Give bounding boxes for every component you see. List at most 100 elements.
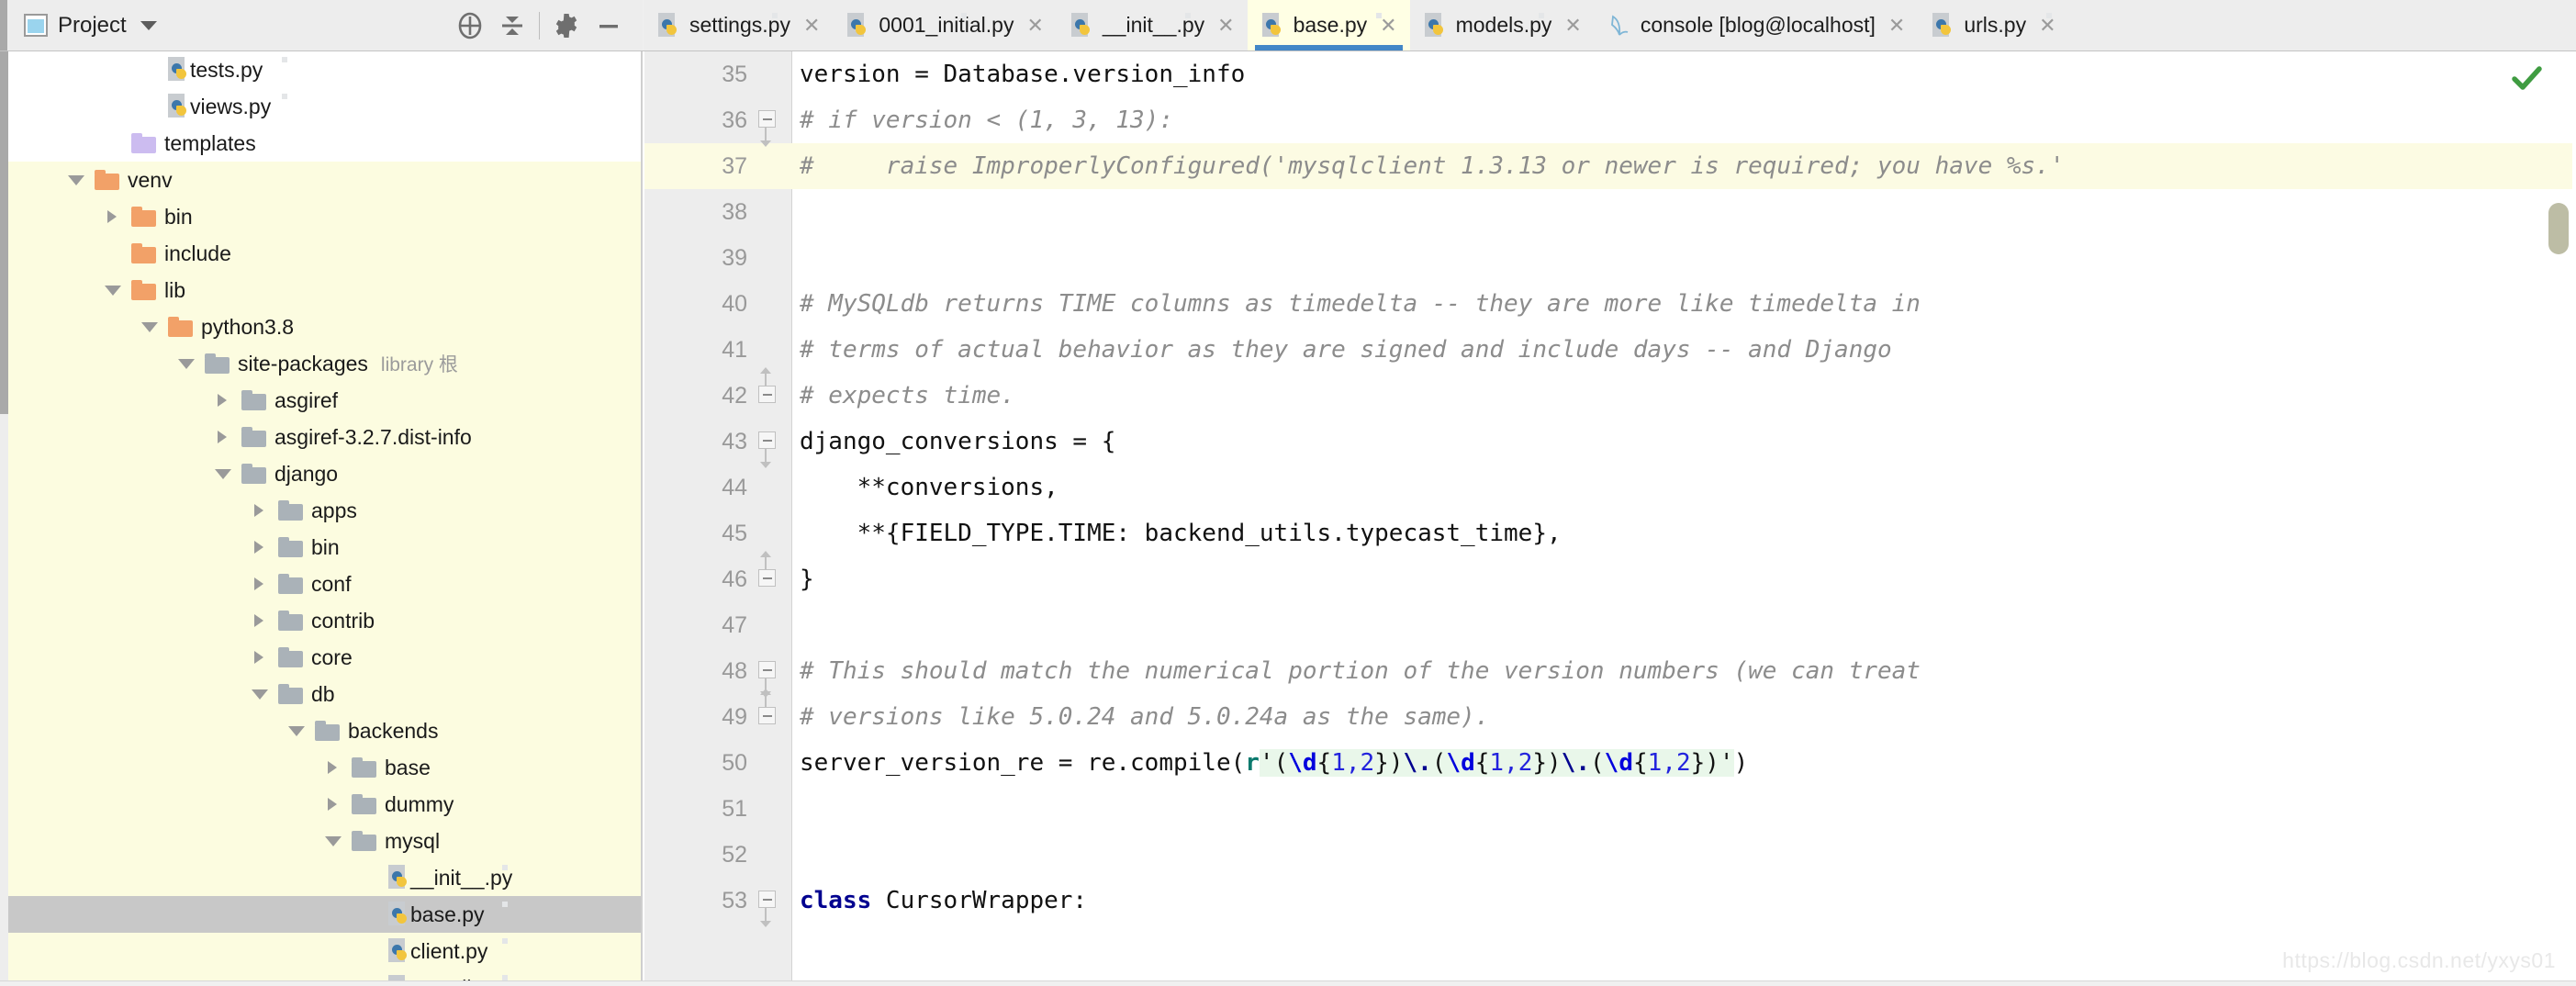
line-number[interactable]: 37 <box>644 143 747 189</box>
chevron-down-icon[interactable] <box>65 170 85 190</box>
code-text[interactable]: # raise ImproperlyConfigured('mysqlclien… <box>800 143 2065 189</box>
tree-item-base-py[interactable]: base.py <box>8 896 643 933</box>
gear-icon[interactable] <box>545 0 588 50</box>
line-number[interactable]: 38 <box>644 189 747 235</box>
editor-tab-urls-py[interactable]: urls.py ✕ <box>1918 0 2068 50</box>
line-number[interactable]: 45 <box>644 510 747 556</box>
code-text[interactable]: class CursorWrapper: <box>800 878 1087 924</box>
line-number[interactable]: 50 <box>644 740 747 786</box>
line-number[interactable]: 43 <box>644 419 747 465</box>
tree-item-views-py[interactable]: views.py <box>8 88 643 125</box>
tree-item-core[interactable]: core <box>8 639 643 676</box>
chevron-right-icon[interactable] <box>249 537 269 557</box>
minimize-icon[interactable] <box>588 0 630 50</box>
tree-item-bin[interactable]: bin <box>8 529 643 566</box>
tree-item-include[interactable]: include <box>8 235 643 272</box>
line-number[interactable]: 35 <box>644 51 747 97</box>
line-number[interactable]: 47 <box>644 602 747 648</box>
code-text[interactable]: # versions like 5.0.24 and 5.0.24a as th… <box>800 694 1489 740</box>
chevron-down-icon[interactable] <box>139 317 159 337</box>
tree-item-django[interactable]: django <box>8 455 643 492</box>
close-icon[interactable]: ✕ <box>1026 14 1043 38</box>
line-number[interactable]: 39 <box>644 235 747 281</box>
line-number[interactable]: 52 <box>644 832 747 878</box>
chevron-right-icon[interactable] <box>102 207 122 227</box>
fold-marker[interactable] <box>758 689 778 727</box>
tree-item-client-py[interactable]: client.py <box>8 933 643 969</box>
close-icon[interactable]: ✕ <box>1888 14 1905 38</box>
tree-item-mysql[interactable]: mysql <box>8 823 643 859</box>
green-check-icon[interactable] <box>2508 61 2545 102</box>
close-icon[interactable]: ✕ <box>803 14 820 38</box>
close-icon[interactable]: ✕ <box>1217 14 1234 38</box>
tree-item-apps[interactable]: apps <box>8 492 643 529</box>
chevron-right-icon[interactable] <box>322 794 342 814</box>
collapse-all-icon[interactable] <box>491 0 533 50</box>
editor-tab-console-blog-localhost-[interactable]: console [blog@localhost] ✕ <box>1595 0 1919 50</box>
editor-tab--init-py[interactable]: __init__.py ✕ <box>1057 0 1248 50</box>
tree-item-python3-8[interactable]: python3.8 <box>8 308 643 345</box>
editor-tab-settings-py[interactable]: settings.py ✕ <box>644 0 833 50</box>
editor-scrollbar-thumb[interactable] <box>2548 203 2569 254</box>
fold-marker[interactable] <box>758 367 778 406</box>
chevron-down-icon[interactable] <box>322 831 342 851</box>
chevron-down-icon[interactable] <box>212 464 232 484</box>
line-number[interactable]: 44 <box>644 465 747 510</box>
tree-item-venv[interactable]: venv <box>8 162 643 198</box>
project-tree-scrollbar[interactable] <box>0 51 8 986</box>
line-number[interactable]: 36 <box>644 97 747 143</box>
tree-item-asgiref-3-2-7-dist-info[interactable]: asgiref-3.2.7.dist-info <box>8 419 643 455</box>
code-folding-gutter[interactable] <box>753 51 791 986</box>
code-text[interactable]: # terms of actual behavior as they are s… <box>800 327 1892 373</box>
editor-tab-models-py[interactable]: models.py ✕ <box>1410 0 1595 50</box>
line-number[interactable]: 51 <box>644 786 747 832</box>
fold-marker[interactable] <box>758 891 778 927</box>
line-number[interactable]: 53 <box>644 878 747 924</box>
fold-marker[interactable] <box>758 431 778 468</box>
tree-item-site-packages[interactable]: site-packages library 根 <box>8 345 643 382</box>
chevron-right-icon[interactable] <box>249 611 269 631</box>
sidebar-splitter[interactable] <box>641 51 643 986</box>
tree-item-templates[interactable]: templates <box>8 125 643 162</box>
code-text[interactable]: version = Database.version_info <box>800 51 1245 97</box>
code-text[interactable]: # expects time. <box>800 373 1015 419</box>
chevron-down-icon[interactable] <box>175 353 196 374</box>
close-icon[interactable]: ✕ <box>1380 14 1396 38</box>
tree-item-contrib[interactable]: contrib <box>8 602 643 639</box>
tree-item-lib[interactable]: lib <box>8 272 643 308</box>
tree-item-dummy[interactable]: dummy <box>8 786 643 823</box>
tree-item-db[interactable]: db <box>8 676 643 712</box>
code-text[interactable]: server_version_re = re.compile(r'(\d{1,2… <box>800 740 1748 786</box>
code-text[interactable]: } <box>800 556 814 602</box>
line-number[interactable]: 41 <box>644 327 747 373</box>
tree-item-conf[interactable]: conf <box>8 566 643 602</box>
code-lines[interactable]: 35 version = Database.version_info 36 # if … <box>644 51 2576 986</box>
fold-marker[interactable] <box>758 110 778 147</box>
tree-item-bin[interactable]: bin <box>8 198 643 235</box>
fold-marker[interactable] <box>758 661 778 698</box>
code-text[interactable]: **{FIELD_TYPE.TIME: backend_utils.typeca… <box>800 510 1562 556</box>
line-number[interactable]: 49 <box>644 694 747 740</box>
tree-item--init-py[interactable]: __init__.py <box>8 859 643 896</box>
line-number[interactable]: 42 <box>644 373 747 419</box>
code-text[interactable]: # This should match the numerical portio… <box>800 648 1921 694</box>
project-toolwindow-button[interactable]: Project <box>24 13 157 39</box>
chevron-down-icon[interactable] <box>102 280 122 300</box>
tree-item-backends[interactable]: backends <box>8 712 643 749</box>
chevron-right-icon[interactable] <box>322 757 342 778</box>
line-number[interactable]: 46 <box>644 556 747 602</box>
editor-tab-0001-initial-py[interactable]: 0001_initial.py ✕ <box>833 0 1057 50</box>
code-editor[interactable]: 35 version = Database.version_info 36 # if … <box>644 51 2576 986</box>
close-icon[interactable]: ✕ <box>1564 14 1581 38</box>
project-tree-scrollbar-thumb[interactable] <box>0 51 8 414</box>
fold-marker[interactable] <box>758 551 778 589</box>
line-number[interactable]: 40 <box>644 281 747 327</box>
chevron-right-icon[interactable] <box>212 427 232 447</box>
chevron-right-icon[interactable] <box>249 647 269 667</box>
code-text[interactable]: django_conversions = { <box>800 419 1115 465</box>
locate-icon[interactable] <box>449 0 491 50</box>
line-number[interactable]: 48 <box>644 648 747 694</box>
chevron-down-icon[interactable] <box>140 20 157 30</box>
tree-item-asgiref[interactable]: asgiref <box>8 382 643 419</box>
code-text[interactable]: # MySQLdb returns TIME columns as timede… <box>800 281 1921 327</box>
